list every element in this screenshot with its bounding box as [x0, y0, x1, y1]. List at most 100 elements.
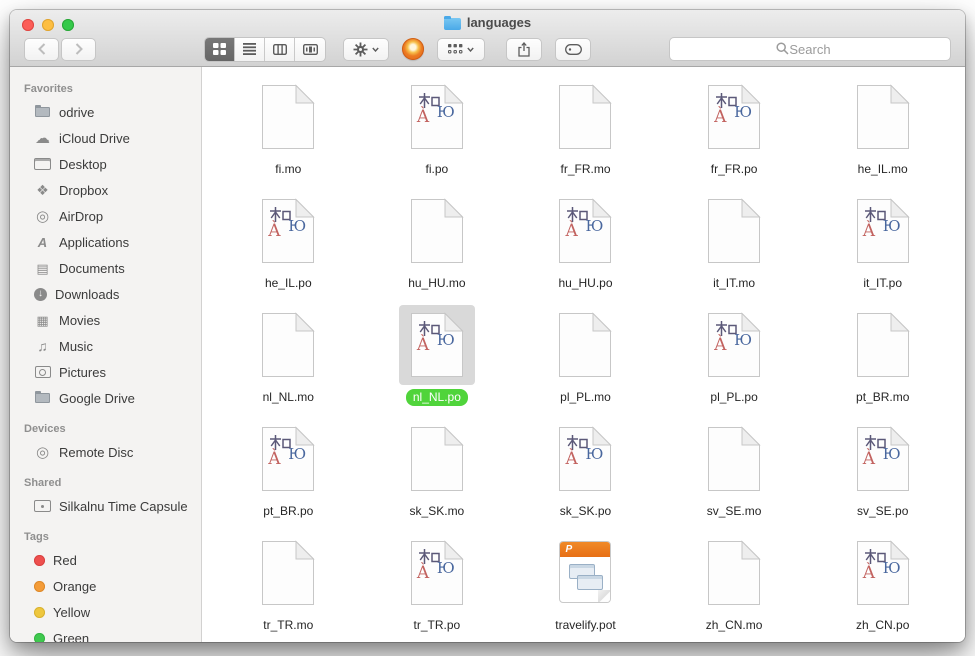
folder-icon	[34, 390, 51, 406]
yu-glyph: Ю	[883, 447, 901, 462]
forward-button[interactable]	[61, 38, 96, 61]
file-item[interactable]: À Ю sv_SE.po	[808, 419, 957, 533]
file-item[interactable]: À Ю pl_PL.po	[660, 305, 809, 419]
file-item[interactable]: À Ю pt_BR.mo	[808, 305, 957, 419]
sidebar-item[interactable]: Documents	[10, 255, 201, 281]
sidebar-item[interactable]: Red	[10, 547, 201, 573]
file-item[interactable]: À Ю fr_FR.po	[660, 77, 809, 191]
yu-glyph: Ю	[734, 333, 752, 348]
plain-document-icon: À Ю	[261, 312, 315, 378]
folder-icon	[34, 104, 51, 120]
file-item[interactable]: À Ю pl_PL.mo	[511, 305, 660, 419]
file-item[interactable]: À Ю zh_CN.mo	[660, 533, 809, 642]
file-item[interactable]: À Ю pt_BR.po	[214, 419, 363, 533]
devices-section: Devices Remote Disc	[10, 417, 201, 465]
sidebar-item[interactable]: Movies	[10, 307, 201, 333]
arrange-menu-button[interactable]	[437, 38, 485, 61]
file-item[interactable]: À Ю hu_HU.po	[511, 191, 660, 305]
applications-icon	[34, 234, 51, 250]
share-button[interactable]	[506, 38, 542, 61]
file-item[interactable]: À Ю it_IT.mo	[660, 191, 809, 305]
coverflow-view-button[interactable]	[295, 38, 325, 61]
file-item[interactable]: À Ю nl_NL.mo	[214, 305, 363, 419]
odrive-toolbar-icon[interactable]	[402, 38, 424, 60]
file-name: sv_SE.mo	[700, 503, 769, 520]
gear-icon	[353, 42, 368, 57]
document-page	[261, 540, 315, 606]
file-name: pl_PL.po	[703, 389, 764, 406]
poedit-template-art: P	[559, 541, 611, 603]
file-item[interactable]: À Ю tr_TR.po	[363, 533, 512, 642]
file-icon-highlight: À Ю	[547, 419, 623, 499]
file-name: it_IT.mo	[706, 275, 762, 292]
sidebar-item[interactable]: Google Drive	[10, 385, 201, 411]
file-item[interactable]: À Ю fr_FR.mo	[511, 77, 660, 191]
plain-document-icon: À Ю	[707, 426, 761, 492]
file-item[interactable]: À Ю he_IL.po	[214, 191, 363, 305]
file-item[interactable]: À Ю P travelify	[511, 533, 660, 642]
sidebar-item-label: Documents	[59, 261, 125, 276]
file-item[interactable]: À Ю sv_SE.mo	[660, 419, 809, 533]
sidebar-item[interactable]: AirDrop	[10, 203, 201, 229]
sidebar-item[interactable]: Remote Disc	[10, 439, 201, 465]
sidebar-item[interactable]: iCloud Drive	[10, 125, 201, 151]
file-item[interactable]: À Ю tr_TR.mo	[214, 533, 363, 642]
a-grave-glyph: À	[714, 337, 726, 354]
yu-glyph: Ю	[437, 333, 455, 348]
file-item[interactable]: À Ю hu_HU.mo	[363, 191, 512, 305]
file-icon-highlight: À Ю	[547, 191, 623, 271]
sidebar-item-label: Orange	[53, 579, 96, 594]
file-item[interactable]: À Ю it_IT.po	[808, 191, 957, 305]
a-grave-glyph: À	[565, 223, 577, 240]
file-name: pt_BR.po	[256, 503, 320, 520]
file-item[interactable]: À Ю sk_SK.po	[511, 419, 660, 533]
translation-document-icon: À Ю	[558, 198, 612, 264]
file-icon-highlight: À Ю	[250, 533, 326, 613]
music-icon	[34, 338, 51, 354]
sidebar-item[interactable]: Desktop	[10, 151, 201, 177]
file-item[interactable]: À Ю fi.mo	[214, 77, 363, 191]
file-item[interactable]: À Ю he_IL.mo	[808, 77, 957, 191]
file-name: tr_TR.po	[407, 617, 468, 634]
search-input[interactable]	[669, 37, 951, 61]
column-view-button[interactable]	[265, 38, 295, 61]
action-menu-button[interactable]	[343, 38, 389, 61]
sidebar-item[interactable]: Music	[10, 333, 201, 359]
sidebar-item[interactable]: Applications	[10, 229, 201, 255]
list-view-button[interactable]	[235, 38, 265, 61]
back-button[interactable]	[24, 38, 59, 61]
file-icon-highlight: À Ю	[250, 419, 326, 499]
translation-document-icon: À Ю	[261, 198, 315, 264]
sidebar-item[interactable]: odrive	[10, 99, 201, 125]
sidebar-item-label: odrive	[59, 105, 94, 120]
poedit-template-icon: À Ю P	[558, 540, 612, 606]
sidebar-item[interactable]: Green	[10, 625, 201, 642]
a-grave-glyph: À	[565, 451, 577, 468]
sidebar: Favorites odrive iCloud Drive	[10, 67, 202, 642]
file-name: fr_FR.mo	[553, 161, 617, 178]
file-name: sk_SK.po	[553, 503, 618, 520]
sidebar-item[interactable]: Yellow	[10, 599, 201, 625]
sidebar-item[interactable]: Orange	[10, 573, 201, 599]
remote-disc-icon	[34, 444, 51, 460]
dropbox-icon	[34, 182, 51, 198]
sidebar-item[interactable]: Pictures	[10, 359, 201, 385]
desktop-background: languages	[0, 0, 975, 656]
tag-button[interactable]	[555, 38, 591, 61]
file-name: travelify.pot	[548, 617, 622, 634]
sidebar-item[interactable]: Dropbox	[10, 177, 201, 203]
file-icon-highlight: À Ю	[250, 191, 326, 271]
sidebar-item-label: Desktop	[59, 157, 107, 172]
sidebar-item[interactable]: Silkalnu Time Capsule	[10, 493, 201, 519]
plain-document-icon: À Ю	[707, 198, 761, 264]
file-icon-highlight: À Ю	[696, 77, 772, 157]
sidebar-item[interactable]: Downloads	[10, 281, 201, 307]
file-icon-highlight: À Ю	[399, 77, 475, 157]
file-item[interactable]: À Ю zh_CN.po	[808, 533, 957, 642]
icon-view-button[interactable]	[205, 38, 235, 61]
file-icon-highlight: À Ю P	[547, 533, 623, 613]
file-item[interactable]: À Ю sk_SK.mo	[363, 419, 512, 533]
plain-document-icon: À Ю	[410, 198, 464, 264]
file-item[interactable]: À Ю fi.po	[363, 77, 512, 191]
file-item[interactable]: À Ю nl_NL.po	[363, 305, 512, 419]
